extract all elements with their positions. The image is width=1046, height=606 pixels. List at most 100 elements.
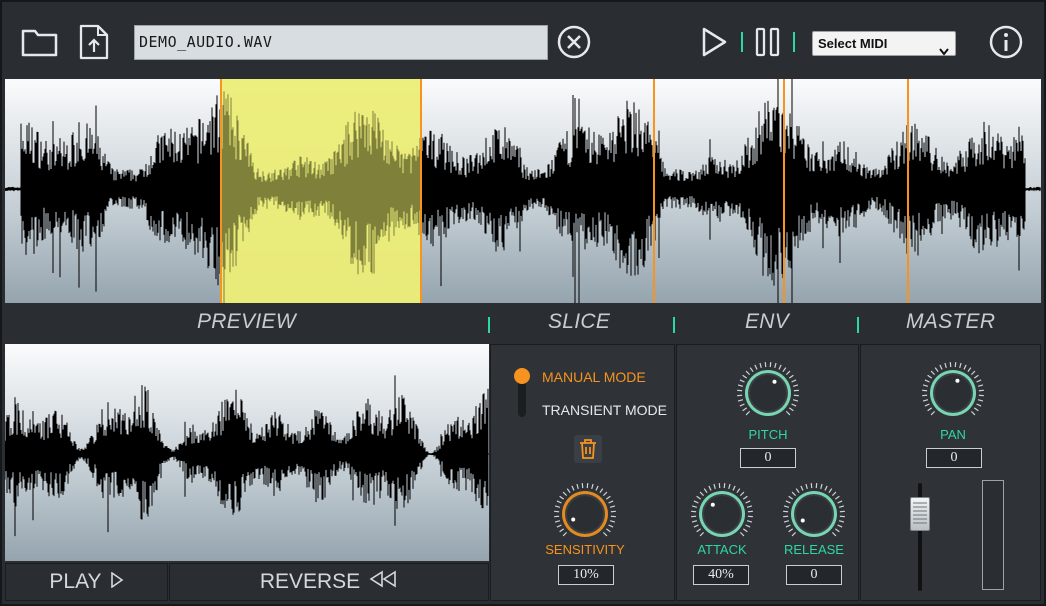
knob-tick: [605, 495, 611, 500]
knob-face: [935, 375, 971, 411]
knob-tick: [571, 485, 575, 491]
knob-tick: [742, 528, 748, 533]
volume-fader-handle[interactable]: [910, 497, 930, 531]
filename-field[interactable]: DEMO_AUDIO.WAV: [134, 25, 548, 60]
sensitivity-value[interactable]: 10%: [558, 565, 614, 585]
knob-tick: [703, 488, 708, 494]
knob-tick: [838, 520, 845, 523]
section-separator: [488, 317, 490, 333]
knob-tick: [924, 379, 930, 383]
knob-tick: [820, 483, 823, 490]
preview-waveform[interactable]: [5, 344, 489, 561]
delete-slice-button[interactable]: [574, 435, 602, 463]
knob-tick: [739, 379, 745, 383]
knob-tick: [922, 399, 929, 402]
knob-tick: [739, 403, 745, 407]
knob-tick: [792, 384, 799, 387]
knob-tick: [745, 524, 751, 528]
export-file-icon[interactable]: [74, 22, 114, 62]
knob-tick: [939, 364, 943, 370]
knob-tick: [788, 374, 794, 379]
knob-tick: [970, 370, 976, 376]
knob-tick: [976, 379, 982, 383]
play-preview-button[interactable]: PLAY: [5, 563, 168, 601]
pause-icon[interactable]: [748, 22, 788, 62]
sensitivity-knob[interactable]: [551, 480, 619, 548]
reverse-button[interactable]: REVERSE: [169, 563, 489, 601]
pitch-value[interactable]: 0: [740, 448, 796, 468]
knob-tick: [732, 485, 736, 491]
knob-tick: [930, 410, 936, 416]
pitch-knob[interactable]: [734, 359, 802, 427]
knob-tick: [791, 379, 797, 383]
folder-icon[interactable]: [20, 22, 60, 62]
play-icon: [110, 570, 124, 594]
knob-face: [567, 496, 603, 532]
knob-tick: [693, 500, 699, 504]
knob-tick: [973, 407, 979, 412]
knob-tick: [800, 485, 804, 491]
midi-select[interactable]: Select MIDI: [812, 31, 956, 56]
knob-tick: [783, 505, 790, 508]
pan-value[interactable]: 0: [926, 448, 982, 468]
knob-tick: [696, 528, 702, 533]
play-preview-label: PLAY: [49, 570, 102, 593]
knob-tick: [691, 505, 698, 508]
mode-toggle-knob[interactable]: [514, 368, 530, 384]
knob-tick: [599, 488, 604, 494]
knob-tick: [837, 500, 843, 504]
knob-tick: [924, 403, 930, 407]
knob-tick: [699, 531, 705, 537]
knob-tick: [927, 374, 933, 379]
info-icon[interactable]: [986, 22, 1026, 62]
knob-tick: [739, 531, 745, 537]
toolbar: DEMO_AUDIO.WAV Select MIDI: [2, 2, 1044, 78]
knob-tick: [562, 531, 568, 537]
knob-tick: [736, 488, 741, 494]
attack-knob[interactable]: [688, 480, 756, 548]
pan-knob[interactable]: [919, 359, 987, 427]
knob-tick: [566, 488, 571, 494]
knob-tick: [745, 370, 751, 376]
knob-tick: [831, 491, 837, 497]
level-meter: [982, 480, 1004, 590]
section-master: MASTER: [906, 310, 996, 333]
pan-label: PAN: [940, 427, 966, 442]
release-knob[interactable]: [780, 480, 848, 548]
knob-tick: [774, 362, 777, 369]
play-icon[interactable]: [694, 22, 734, 62]
knob-tick: [737, 399, 744, 402]
manual-mode-option[interactable]: MANUAL MODE: [542, 369, 646, 385]
knob-tick: [837, 524, 843, 528]
knob-tick: [785, 410, 791, 416]
transient-mode-option[interactable]: TRANSIENT MODE: [542, 402, 667, 418]
env-panel: PITCH 0 ATTACK 40% RELEASE 0: [676, 344, 859, 601]
knob-tick: [785, 370, 791, 376]
section-header-bar: PREVIEW SLICE ENV MASTER: [5, 306, 1041, 342]
knob-tick: [742, 407, 748, 412]
knob-tick: [708, 485, 712, 491]
section-slice: SLICE: [548, 310, 611, 333]
knob-tick: [605, 528, 611, 533]
knob-tick: [608, 524, 614, 528]
preview-controls: PLAY REVERSE: [5, 563, 489, 601]
knob-tick: [927, 407, 933, 412]
toolbar-separator: [741, 32, 743, 52]
knob-tick: [963, 364, 967, 370]
knob-tick: [554, 520, 561, 523]
knob-tick: [608, 500, 614, 504]
knob-tick: [602, 531, 608, 537]
master-panel: PAN 0: [860, 344, 1041, 601]
knob-tick: [749, 367, 754, 373]
attack-value[interactable]: 40%: [693, 565, 749, 585]
knob-tick: [973, 374, 979, 379]
section-env: ENV: [745, 310, 790, 333]
knob-tick: [788, 495, 794, 500]
clear-file-icon[interactable]: [554, 22, 594, 62]
main-waveform[interactable]: [5, 79, 1041, 303]
reverse-label: REVERSE: [259, 570, 361, 593]
knob-tick: [559, 528, 565, 533]
release-value[interactable]: 0: [786, 565, 842, 585]
knob-tick: [691, 520, 698, 523]
knob-tick: [834, 528, 840, 533]
